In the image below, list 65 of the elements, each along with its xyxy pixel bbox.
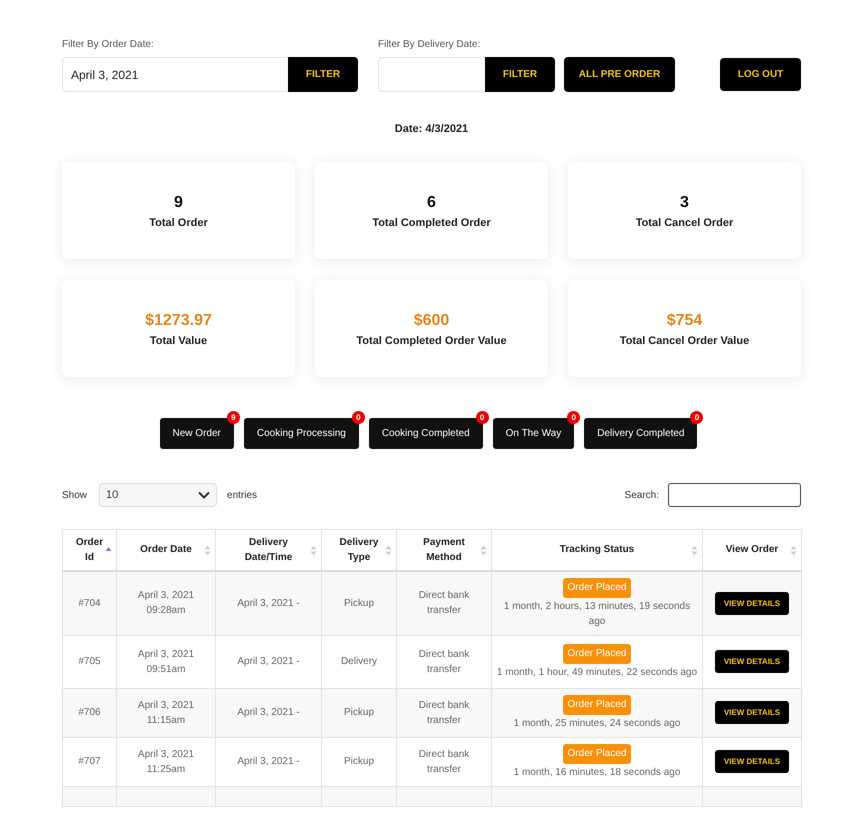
stat-value: 9 — [174, 194, 183, 212]
table-cell: Pickup — [322, 737, 396, 786]
stat-label: Total Cancel Order Value — [620, 335, 750, 347]
search-field[interactable] — [668, 483, 801, 507]
elapsed-time: 1 month, 1 hour, 49 minutes, 22 seconds ago — [496, 666, 698, 680]
filter-button[interactable]: FILTER — [485, 57, 555, 92]
count-badge: 9 — [226, 411, 240, 424]
table-cell: April 3, 2021 - — [216, 688, 322, 737]
view-details-button[interactable]: VIEW DETAILS — [715, 701, 789, 724]
table-cell: Direct bank transfer — [396, 635, 492, 688]
table-cell: #704 — [62, 570, 116, 635]
count-badge: 0 — [352, 411, 365, 424]
date-field[interactable]: April 3, 2021 — [62, 57, 288, 92]
count-badge: 0 — [476, 411, 489, 424]
table-cell: Direct bank transfer — [396, 688, 492, 737]
stat-label: Total Value — [150, 335, 208, 347]
stat-value: $1273.97 — [145, 312, 212, 330]
table-cell: April 3, 2021 11:15am — [116, 688, 216, 737]
entries-select[interactable]: 10 — [99, 483, 218, 507]
table-cell: April 3, 2021 09:51am — [116, 635, 216, 688]
stat-label: Total Cancel Order — [636, 217, 734, 229]
table-cell: Pickup — [322, 570, 396, 635]
elapsed-time: 1 month, 25 minutes, 24 seconds ago — [512, 716, 682, 730]
count-badge: 0 — [567, 411, 580, 424]
field-label: Filter By Delivery Date: — [378, 39, 482, 50]
table-cell: April 3, 2021 11:25am — [116, 737, 216, 786]
table-cell: April 3, 2021 09:28am — [116, 570, 216, 635]
stat-value: 6 — [427, 194, 436, 212]
table-cell: April 3, 2021 - — [216, 737, 322, 786]
table-cell: April 3, 2021 - — [216, 570, 322, 635]
stat-label: Total Order — [149, 217, 208, 229]
table-cell: Direct bank transfer — [396, 570, 492, 635]
table-cell: #707 — [62, 737, 116, 786]
stat-value: $600 — [414, 312, 450, 330]
filter-button[interactable]: FILTER — [288, 57, 358, 92]
date-heading: Date: 4/3/2021 — [394, 123, 470, 135]
table-cell: Pickup — [322, 688, 396, 737]
elapsed-time: 1 month, 16 minutes, 18 seconds ago — [512, 766, 682, 780]
count-badge: 0 — [690, 411, 704, 424]
status-badge: Order Placed — [562, 694, 632, 714]
chevron-down-icon — [198, 491, 210, 499]
logout-button[interactable]: LOG OUT — [720, 58, 801, 91]
status-badge: Order Placed — [562, 644, 632, 664]
table-cell: #705 — [62, 635, 116, 688]
field-label: Filter By Order Date: — [62, 39, 155, 50]
entries-label: entries — [227, 490, 258, 500]
table-cell: Direct bank transfer — [396, 737, 492, 786]
column-header[interactable]: Order Id — [62, 530, 116, 570]
stat-value: $754 — [666, 312, 702, 330]
search-label: Search: — [624, 490, 659, 500]
status-badge: Order Placed — [562, 744, 632, 764]
table-cell: April 3, 2021 - — [216, 635, 322, 688]
status-badge: Order Placed — [562, 578, 632, 598]
view-details-button[interactable]: VIEW DETAILS — [715, 650, 789, 673]
date-field[interactable] — [378, 57, 485, 92]
stat-value: 3 — [680, 194, 689, 212]
show-label: Show — [62, 490, 88, 500]
stat-label: Total Completed Order Value — [356, 335, 507, 347]
table-cell: Delivery — [322, 635, 396, 688]
view-details-button[interactable]: VIEW DETAILS — [715, 750, 789, 773]
table-cell: #706 — [62, 688, 116, 737]
view-details-button[interactable]: VIEW DETAILS — [715, 592, 789, 614]
all-pre-order-button[interactable]: ALL PRE ORDER — [564, 57, 675, 92]
elapsed-time: 1 month, 2 hours, 13 minutes, 19 seconds ago — [502, 600, 692, 628]
stat-label: Total Completed Order — [372, 217, 491, 229]
